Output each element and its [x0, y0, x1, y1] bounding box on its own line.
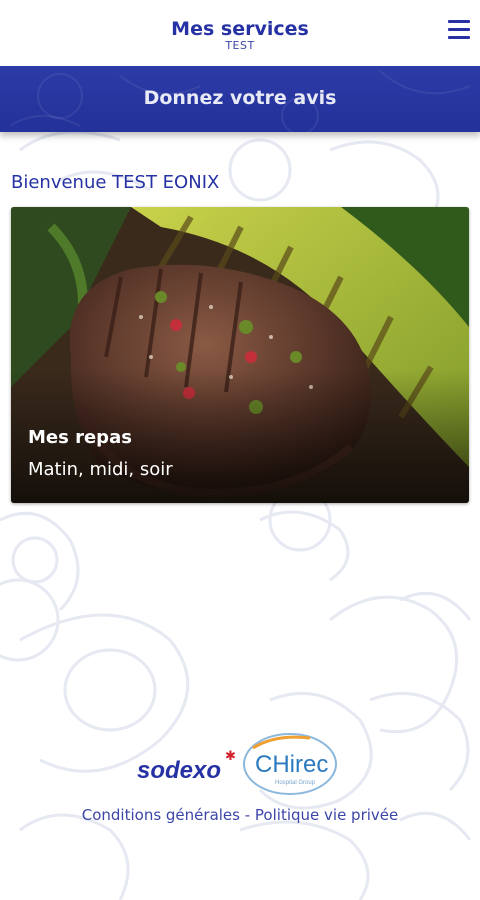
sodexo-logo: sodexo	[137, 757, 221, 784]
meals-card-subtitle: Matin, midi, soir	[28, 459, 173, 480]
app-subtitle: TEST	[225, 39, 255, 52]
feedback-banner-label: Donnez votre avis	[143, 87, 337, 109]
chirec-tagline: Hospital Group	[275, 780, 316, 786]
sodexo-star-icon: ✱	[225, 749, 236, 764]
feedback-banner[interactable]: Donnez votre avis	[0, 66, 480, 132]
partner-logos: sodexo ✱ CHirec Hospital Group	[137, 733, 337, 795]
footer-links: Conditions générales - Politique vie pri…	[0, 806, 480, 824]
meals-card-title: Mes repas	[28, 427, 132, 448]
privacy-link[interactable]: Politique vie privée	[255, 806, 398, 824]
footer-separator: -	[239, 806, 255, 824]
top-app-bar: Mes services TEST	[0, 0, 480, 66]
welcome-message: Bienvenue TEST EONIX	[11, 172, 220, 193]
hamburger-menu-icon[interactable]	[448, 20, 470, 40]
app-title: Mes services	[171, 18, 309, 40]
meals-card[interactable]: Mes repas Matin, midi, soir	[11, 207, 469, 503]
terms-link[interactable]: Conditions générales	[82, 806, 240, 824]
chirec-logo: CHirec	[255, 751, 328, 778]
